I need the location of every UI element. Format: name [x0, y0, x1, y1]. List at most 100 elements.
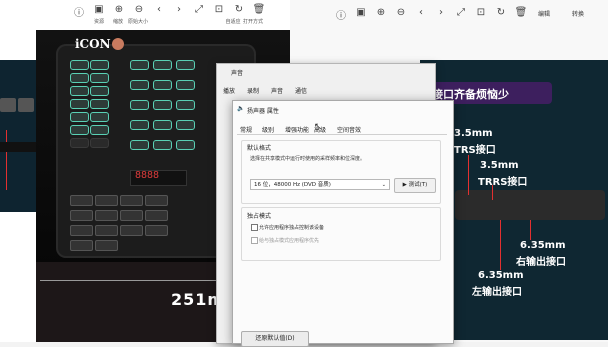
- prev-icon[interactable]: ‹: [414, 7, 428, 18]
- delete-icon[interactable]: 🗑: [514, 7, 528, 18]
- function-button: [95, 225, 118, 236]
- test-button[interactable]: ▶ 测试(T): [394, 178, 436, 193]
- port-label: 左输出接口: [472, 287, 522, 298]
- function-button: [120, 195, 143, 206]
- brand-logo: iCON: [75, 37, 111, 51]
- info-icon[interactable]: ⓘ: [334, 7, 348, 22]
- next-icon[interactable]: ›: [172, 4, 186, 15]
- speaker-graphic: [0, 98, 16, 112]
- function-button: [120, 210, 143, 221]
- function-button: [70, 225, 93, 236]
- function-button: [95, 240, 118, 251]
- convert-menu[interactable]: 转换: [572, 9, 584, 18]
- zoom-out-icon[interactable]: ⊖: [132, 4, 146, 15]
- tab-general[interactable]: 常规: [240, 125, 252, 134]
- rotate-icon[interactable]: ↻: [232, 4, 246, 15]
- tab-divider: [237, 134, 447, 135]
- port-label: 3.5mm: [480, 160, 519, 171]
- crop-icon[interactable]: ⊡: [212, 4, 226, 15]
- port-label: TRS接口: [454, 145, 496, 156]
- red-callout-line: [500, 220, 501, 270]
- function-button: [70, 195, 93, 206]
- tab-communications[interactable]: 通信: [295, 86, 307, 95]
- prev-icon[interactable]: ‹: [152, 4, 166, 15]
- function-button: [95, 210, 118, 221]
- volume-knob: [112, 38, 124, 50]
- speaker-icon: 🔈: [237, 105, 245, 112]
- window-title: 声音: [231, 70, 244, 77]
- next-icon[interactable]: ›: [434, 7, 448, 18]
- format-select-value: 16 位，48000 Hz (DVD 音质): [254, 182, 331, 188]
- device-rear-panel: [455, 190, 605, 220]
- control-pad: [70, 73, 89, 83]
- control-pad: [153, 100, 172, 110]
- port-label: 右输出接口: [516, 257, 566, 268]
- control-pad: [153, 60, 172, 70]
- device-rear: [0, 142, 36, 152]
- zoom-in-icon[interactable]: ⊕: [112, 4, 126, 15]
- control-pad: [90, 99, 109, 109]
- control-pad: [70, 112, 89, 122]
- display-readout: 8888: [135, 170, 160, 181]
- tab-levels[interactable]: 级别: [262, 125, 274, 134]
- control-pad: [130, 80, 149, 90]
- delete-icon[interactable]: 🗑: [252, 4, 266, 15]
- edit-menu[interactable]: 编辑: [538, 9, 550, 18]
- tab-playback[interactable]: 播放: [223, 86, 235, 95]
- control-pad: [90, 125, 109, 135]
- toolbar-label: 原始大小: [127, 19, 148, 25]
- exclusive-priority-checkbox[interactable]: [251, 237, 258, 244]
- gallery-icon[interactable]: ▣: [354, 7, 368, 18]
- default-format-title: 默认格式: [247, 145, 272, 152]
- restore-defaults-button[interactable]: 还原默认值(D): [241, 331, 309, 347]
- gallery-icon[interactable]: ▣: [92, 4, 106, 15]
- control-pad: [176, 100, 195, 110]
- function-button: [70, 210, 93, 221]
- port-label: 3.5mm: [454, 128, 493, 139]
- exclusive-allow-checkbox[interactable]: [251, 224, 258, 231]
- control-pad: [90, 138, 109, 148]
- crop-icon[interactable]: ⊡: [474, 7, 488, 18]
- control-pad: [176, 140, 195, 150]
- control-pad: [90, 60, 109, 70]
- control-pad: [153, 80, 172, 90]
- port-label: 6.35mm: [478, 270, 524, 281]
- exclusive-priority-label: 给与独占模式应用程序优先: [259, 238, 320, 244]
- red-callout-line: [530, 220, 531, 240]
- control-pad: [176, 120, 195, 130]
- toolbar-label: 打开方式: [242, 19, 263, 25]
- format-select[interactable]: 16 位，48000 Hz (DVD 音质) ⌄: [250, 179, 390, 190]
- tab-spatial-sound[interactable]: 空间音效: [337, 125, 361, 134]
- rotate-icon[interactable]: ↻: [494, 7, 508, 18]
- viewer-toolbar: ⓘ ▣ ⊕ ⊖ ‹ › ⤢ ⊡ ↻ 🗑 资源 缩放 原始大小 自适应 打开方式: [36, 0, 292, 28]
- mouse-cursor-icon: ↖: [314, 122, 322, 132]
- exclusive-allow-label: 允许应用程序独占控制该设备: [259, 225, 325, 231]
- control-pad: [70, 99, 89, 109]
- window-title: 扬声器 属性: [247, 108, 279, 115]
- port-label: TRRS接口: [478, 177, 528, 188]
- zoom-in-icon[interactable]: ⊕: [374, 7, 388, 18]
- exclusive-mode-title: 独占模式: [247, 213, 272, 220]
- chevron-down-icon: ⌄: [381, 182, 386, 188]
- control-pad: [153, 120, 172, 130]
- function-button: [145, 225, 168, 236]
- red-callout-line: [468, 155, 469, 195]
- tab-enhancements[interactable]: 增强功能: [285, 125, 309, 134]
- control-pad: [90, 73, 109, 83]
- speaker-graphic: [18, 98, 34, 112]
- control-pad: [130, 120, 149, 130]
- tab-sounds[interactable]: 声音: [271, 86, 283, 95]
- fit-icon[interactable]: ⤢: [192, 4, 206, 15]
- control-pad: [176, 80, 195, 90]
- control-pad: [70, 138, 89, 148]
- zoom-out-icon[interactable]: ⊖: [394, 7, 408, 18]
- info-icon[interactable]: ⓘ: [72, 4, 86, 19]
- right-viewer-toolbar: ⓘ ▣ ⊕ ⊖ ‹ › ⤢ ⊡ ↻ 🗑 编辑 转换: [290, 0, 608, 28]
- fit-icon[interactable]: ⤢: [454, 7, 468, 18]
- control-pad: [70, 125, 89, 135]
- red-callout-line: [6, 130, 7, 190]
- function-button: [70, 240, 93, 251]
- tab-recording[interactable]: 录制: [247, 86, 259, 95]
- red-callout-line: [492, 185, 493, 200]
- control-pad: [153, 140, 172, 150]
